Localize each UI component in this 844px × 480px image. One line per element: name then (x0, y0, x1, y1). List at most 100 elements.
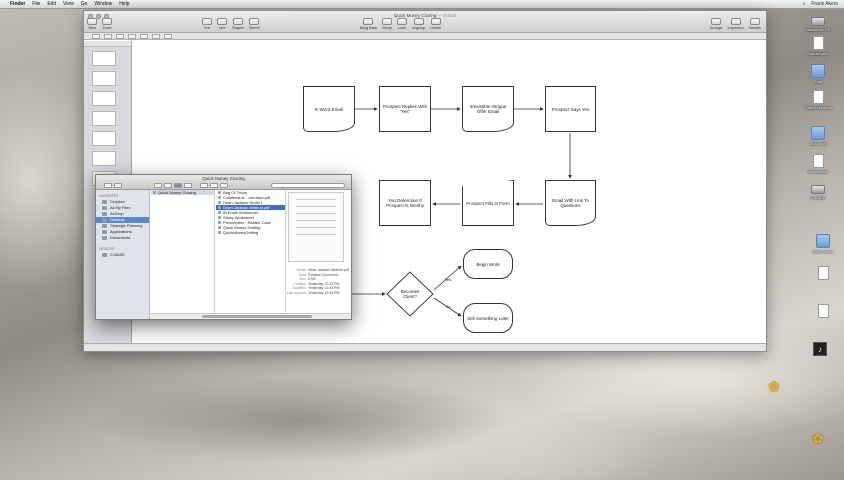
sidebar-item-c-base[interactable]: C-BASE (96, 252, 149, 258)
menu-app-name[interactable]: Finder (10, 1, 25, 7)
toolbar-arrange-button[interactable]: Arrange (710, 18, 722, 30)
flow-node-email-with-link[interactable]: Email With Link To Questions (545, 180, 596, 226)
arrange-menu-button[interactable] (200, 183, 208, 188)
menu-view[interactable]: View (63, 1, 74, 7)
preview-line (296, 199, 336, 200)
canvas-thumbnail[interactable] (92, 111, 116, 126)
toolbar-ungroup-label: Ungroup (411, 26, 426, 30)
line-tool-icon (217, 18, 227, 25)
toolbar-lock-button[interactable]: Lock (396, 18, 407, 30)
toolbar-text-button[interactable]: Text (202, 18, 212, 30)
menu-user-name[interactable]: Frank Akers (811, 1, 838, 7)
toolbar-view-button[interactable]: View (87, 18, 97, 30)
flow-node-intrigue-offer[interactable]: Irresistible Intrigue Offer Email (462, 86, 514, 132)
flow-node-prospect-fills-form[interactable]: Prospect Fills in Form (462, 180, 514, 226)
finder-horizontal-scrollbar[interactable] (150, 313, 351, 319)
toolbar-line-button[interactable]: Line (217, 18, 227, 30)
ungroup-icon (413, 18, 424, 25)
flow-node-sell-later[interactable]: Sell Something Later (463, 303, 513, 333)
spotlight-icon[interactable]: ⌕ (803, 1, 806, 7)
toolbar-ungroup-button[interactable]: Ungroup (412, 18, 425, 30)
flow-node-text: Prospect Fills in Form (466, 200, 510, 206)
flow-node-text: Prospect Says Yes (551, 106, 590, 112)
desktop-icon-macintosh-hd[interactable]: Macintosh HD (796, 14, 840, 32)
toolbar-zoom-button[interactable]: Zoom (102, 18, 112, 30)
desktop-icon-audio-file[interactable]: ♪ (798, 342, 842, 357)
desktop-icon-c-base[interactable]: C-BASE (796, 182, 840, 200)
canvas-thumbnail[interactable] (92, 151, 116, 166)
menu-edit[interactable]: Edit (47, 1, 56, 7)
finder-column-1: Quick Money Closing (151, 190, 215, 313)
menu-go[interactable]: Go (81, 1, 88, 7)
format-stroke-field[interactable] (152, 33, 160, 39)
canvas-thumbnail[interactable] (92, 131, 116, 146)
menu-help[interactable]: Help (119, 1, 129, 7)
finder-search-input[interactable] (271, 183, 345, 188)
branch-no-label: No (445, 303, 451, 309)
canvas-thumbnail[interactable] (92, 51, 116, 66)
menu-window[interactable]: Window (94, 1, 112, 7)
toolbar-stencils-button[interactable]: Stencils (749, 18, 761, 30)
toolbar-group-button[interactable]: Group (381, 18, 392, 30)
file-info-panel: Name Dean Jackson Method.pdf Kind Portable… (284, 268, 349, 296)
format-font-field[interactable] (104, 33, 112, 39)
desktop-icon-label: NewReport (807, 169, 828, 174)
toolbar-unlock-label: Unlock (430, 26, 442, 30)
share-icon[interactable] (220, 183, 228, 188)
desktop-icon-stuff[interactable]: Stuff (796, 64, 840, 84)
desktop-icon-flower[interactable]: ✿ (752, 380, 796, 395)
forward-icon[interactable] (114, 183, 122, 188)
format-bold-button[interactable] (128, 33, 136, 39)
menu-bar: Finder File Edit View Go Window Help ⌕ F… (0, 0, 844, 9)
canvas-thumbnail[interactable] (92, 71, 116, 86)
list-item[interactable]: Quick Money Closing (151, 190, 214, 195)
flow-node-determine-worthy[interactable]: You Determine If Prospect Is Worthy (379, 180, 431, 226)
toolbar-shapes-label: Shapes (232, 26, 244, 30)
action-gear-icon[interactable] (210, 183, 218, 188)
inspectors-icon (730, 18, 741, 25)
desktop-icon-newreport[interactable]: NewReport (796, 154, 840, 174)
toolbar-arrange-tools: Bring Back Group Lock Ungroup Unlock (360, 18, 441, 30)
music-icon: ♪ (813, 342, 827, 356)
flow-node-prospect-says-yes[interactable]: Prospect Says Yes (545, 86, 596, 132)
favorites-section-label: FAVORITES (99, 194, 119, 198)
toolbar-unlock-button[interactable]: Unlock (430, 18, 441, 30)
sidebar-item-documents[interactable]: Documents (96, 235, 149, 241)
canvas-thumbnail[interactable] (92, 91, 116, 106)
desktop-icon-flower[interactable]: ✿ (796, 432, 840, 447)
desktop-icon-new-folder[interactable]: New Folder (801, 234, 844, 254)
finder-nav-controls (104, 183, 228, 188)
back-icon[interactable] (104, 183, 112, 188)
column-view-button[interactable] (174, 183, 182, 188)
format-size-field[interactable] (116, 33, 124, 39)
finder-title: Quick Money Closing (202, 176, 245, 181)
flow-node-prospect-replies[interactable]: Prospect Replies With "Yes" (379, 86, 431, 132)
format-align-button[interactable] (140, 33, 148, 39)
desktop-icon-redirect-php[interactable]: redirect.php (796, 36, 840, 56)
toolbar-inspectors-label: Inspectors (727, 26, 744, 30)
desktop-icon-label: TradeTaskApps (804, 105, 832, 110)
unlock-icon (430, 18, 441, 25)
toolbar-inspectors-button[interactable]: Inspectors (727, 18, 744, 30)
desktop-icon-document[interactable] (801, 304, 844, 319)
list-view-button[interactable] (164, 183, 172, 188)
toolbar-stencil-button[interactable]: Stencil (249, 18, 259, 30)
flow-node-text: E-Word Email (315, 106, 343, 112)
icon-view-button[interactable] (154, 183, 162, 188)
desktop-icon-tradetaskapps[interactable]: TradeTaskApps (796, 90, 840, 110)
desktop-icon-label: Stuff (813, 79, 823, 84)
flow-node-e-word-email[interactable]: E-Word Email (303, 86, 355, 132)
flow-node-begin-work[interactable]: Begin Work (463, 249, 513, 279)
format-fill-field[interactable] (164, 33, 172, 39)
toolbar-bring-back-button[interactable]: Bring Back (360, 18, 377, 30)
menu-file[interactable]: File (32, 1, 40, 7)
format-style-field[interactable] (92, 33, 100, 39)
toolbar-shapes-button[interactable]: Shapes (232, 18, 244, 30)
desktop-icon-sm-links[interactable]: SM Links (796, 126, 840, 146)
scrollbar-thumb[interactable] (202, 315, 312, 318)
toolbar-arrange-label: Arrange (710, 26, 723, 30)
coverflow-view-button[interactable] (184, 183, 192, 188)
list-item[interactable]: QuickMoneyGetting (216, 230, 285, 235)
desktop-icon-document[interactable] (801, 266, 844, 281)
file-info-value: Yesterday 12:43 PM (308, 290, 340, 295)
